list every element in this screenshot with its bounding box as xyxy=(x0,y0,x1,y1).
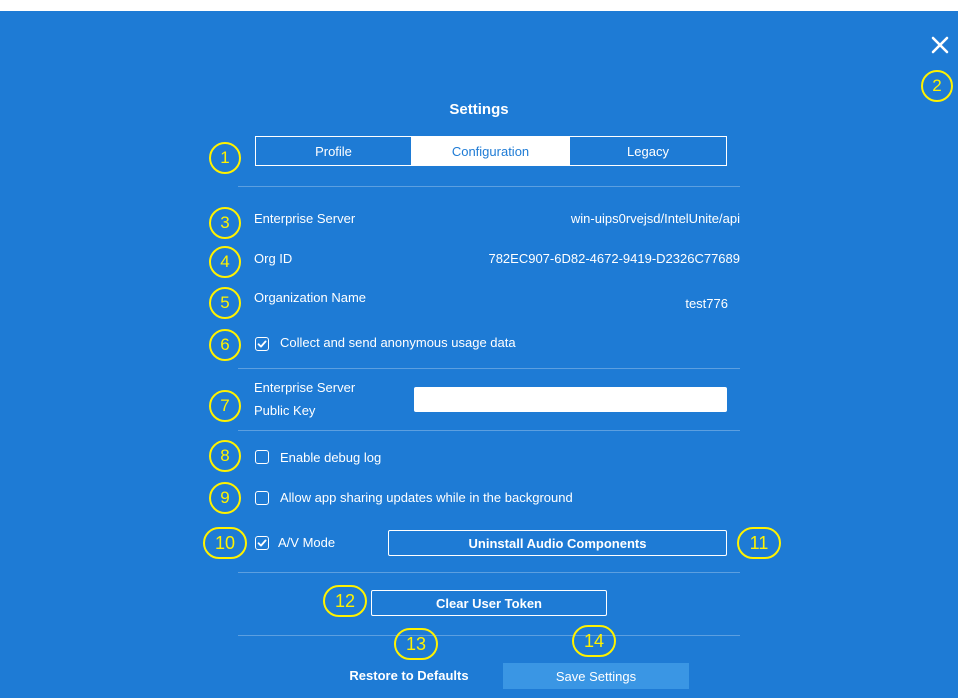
divider xyxy=(238,368,740,369)
annotation-marker: 12 xyxy=(323,585,367,617)
divider xyxy=(238,430,740,431)
annotation-marker: 10 xyxy=(203,527,247,559)
annotation-marker: 9 xyxy=(209,482,241,514)
dialog-title: Settings xyxy=(449,101,509,118)
divider xyxy=(238,186,740,187)
av-mode-label: A/V Mode xyxy=(278,535,336,550)
debug-log-label: Enable debug log xyxy=(280,450,382,465)
enterprise-server-label: Enterprise Server xyxy=(254,211,356,226)
annotation-marker: 11 xyxy=(737,527,781,559)
annotation-marker: 14 xyxy=(572,625,616,657)
close-icon[interactable] xyxy=(930,35,950,55)
annotation-marker: 7 xyxy=(209,390,241,422)
org-id-label: Org ID xyxy=(254,251,293,266)
uninstall-audio-button[interactable]: Uninstall Audio Components xyxy=(388,530,727,556)
annotation-marker: 3 xyxy=(209,207,241,239)
org-id-value: 782EC907-6D82-4672-9419-D2326C77689 xyxy=(488,251,740,266)
annotation-marker: 4 xyxy=(209,246,241,278)
annotation-marker: 6 xyxy=(209,329,241,361)
restore-defaults-button[interactable]: Restore to Defaults xyxy=(330,668,488,683)
usage-data-label: Collect and send anonymous usage data xyxy=(280,335,516,350)
divider xyxy=(238,635,740,636)
org-name-label: Organization Name xyxy=(254,290,366,305)
check-icon xyxy=(257,539,267,547)
tab-bar: Profile Configuration Legacy xyxy=(255,136,727,166)
enterprise-server-value: win-uips0rvejsd/IntelUnite/api xyxy=(570,211,740,226)
tab-legacy[interactable]: Legacy xyxy=(570,137,726,165)
app-sharing-label: Allow app sharing updates while in the b… xyxy=(280,490,573,505)
save-settings-button[interactable]: Save Settings xyxy=(503,663,689,689)
annotation-marker: 1 xyxy=(209,142,241,174)
public-key-input[interactable] xyxy=(414,387,727,412)
usage-data-checkbox[interactable] xyxy=(255,337,269,351)
public-key-label-line2: Public Key xyxy=(254,403,316,418)
clear-token-button[interactable]: Clear User Token xyxy=(371,590,607,616)
divider xyxy=(238,572,740,573)
app-sharing-checkbox[interactable] xyxy=(255,491,269,505)
check-icon xyxy=(257,340,267,348)
tab-configuration[interactable]: Configuration xyxy=(411,137,570,165)
av-mode-checkbox[interactable] xyxy=(255,536,269,550)
public-key-label-line1: Enterprise Server xyxy=(254,380,356,395)
annotation-marker: 2 xyxy=(921,70,953,102)
tab-profile[interactable]: Profile xyxy=(256,137,411,165)
annotation-marker: 13 xyxy=(394,628,438,660)
org-name-value: test776 xyxy=(685,296,728,311)
debug-log-checkbox[interactable] xyxy=(255,450,269,464)
annotation-marker: 8 xyxy=(209,440,241,472)
annotation-marker: 5 xyxy=(209,287,241,319)
